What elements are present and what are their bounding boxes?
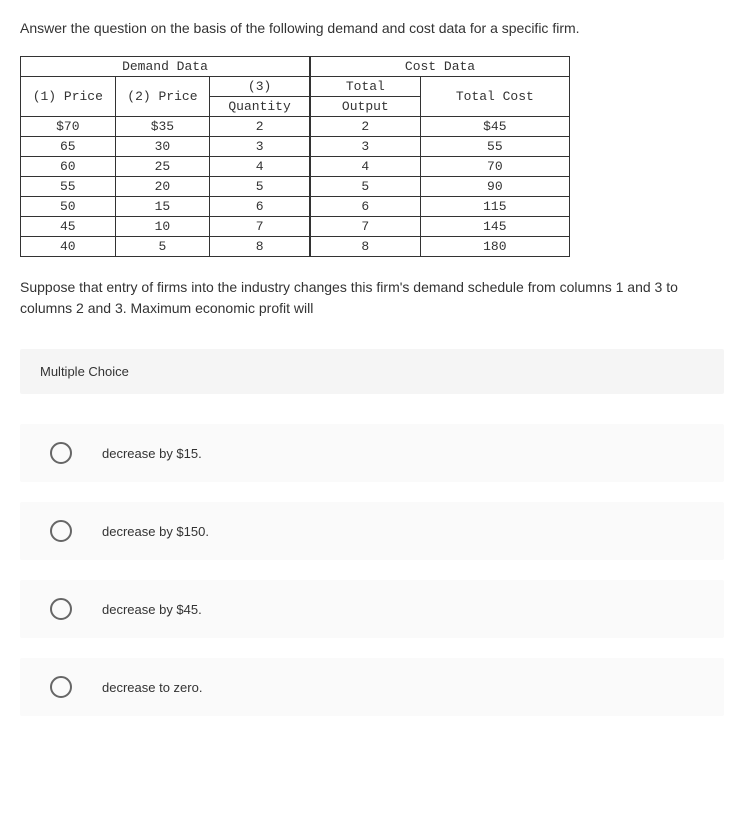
cell: 3 (311, 137, 421, 157)
cell: 20 (115, 177, 210, 197)
table-row: 6 115 (311, 197, 570, 217)
multiple-choice-label: Multiple Choice (20, 349, 724, 394)
table-row: 3 55 (311, 137, 570, 157)
cell: 60 (21, 157, 116, 177)
table-row: 60 25 4 (21, 157, 310, 177)
cell: 7 (210, 217, 310, 237)
cell: 6 (311, 197, 421, 217)
cell: 8 (210, 237, 310, 257)
col-cost-header: Total Cost (420, 77, 569, 117)
option-c[interactable]: decrease by $45. (20, 580, 724, 638)
cell: 5 (311, 177, 421, 197)
col-qty-header-2: Quantity (210, 97, 310, 117)
cell: 7 (311, 217, 421, 237)
option-b[interactable]: decrease by $150. (20, 502, 724, 560)
cell: 45 (21, 217, 116, 237)
col-price1-header: (1) Price (21, 77, 116, 117)
cell: 50 (21, 197, 116, 217)
table-row: 7 145 (311, 217, 570, 237)
question-prompt: Answer the question on the basis of the … (20, 20, 724, 36)
option-text: decrease by $15. (102, 446, 202, 461)
option-text: decrease by $45. (102, 602, 202, 617)
option-text: decrease to zero. (102, 680, 202, 695)
radio-icon (50, 520, 72, 542)
table-row: 40 5 8 (21, 237, 310, 257)
follow-up-text: Suppose that entry of firms into the ind… (20, 277, 724, 319)
cell: 70 (420, 157, 569, 177)
cost-table: Cost Data Total Total Cost Output 2 $45 … (310, 56, 570, 257)
cell: 2 (311, 117, 421, 137)
cell: 180 (420, 237, 569, 257)
demand-header: Demand Data (21, 57, 310, 77)
data-tables: Demand Data (1) Price (2) Price (3) Quan… (20, 56, 724, 257)
col-output-header-2: Output (311, 97, 421, 117)
cell: 4 (210, 157, 310, 177)
cell: 25 (115, 157, 210, 177)
option-d[interactable]: decrease to zero. (20, 658, 724, 716)
cell: 4 (311, 157, 421, 177)
cell: 10 (115, 217, 210, 237)
col-qty-header-1: (3) (210, 77, 310, 97)
cell: 55 (21, 177, 116, 197)
col-output-header-1: Total (311, 77, 421, 97)
table-row: 55 20 5 (21, 177, 310, 197)
cell: 55 (420, 137, 569, 157)
option-text: decrease by $150. (102, 524, 209, 539)
cell: 2 (210, 117, 310, 137)
cell: 90 (420, 177, 569, 197)
table-row: 5 90 (311, 177, 570, 197)
table-row: 2 $45 (311, 117, 570, 137)
col-price2-header: (2) Price (115, 77, 210, 117)
table-row: 8 180 (311, 237, 570, 257)
cell: $45 (420, 117, 569, 137)
cell: 115 (420, 197, 569, 217)
table-row: 50 15 6 (21, 197, 310, 217)
cell: 30 (115, 137, 210, 157)
cell: $70 (21, 117, 116, 137)
table-row: $70 $35 2 (21, 117, 310, 137)
cell: 8 (311, 237, 421, 257)
radio-icon (50, 598, 72, 620)
demand-table: Demand Data (1) Price (2) Price (3) Quan… (20, 56, 310, 257)
table-row: 45 10 7 (21, 217, 310, 237)
cost-header: Cost Data (311, 57, 570, 77)
radio-icon (50, 676, 72, 698)
cell: 65 (21, 137, 116, 157)
table-row: 65 30 3 (21, 137, 310, 157)
cell: 15 (115, 197, 210, 217)
option-a[interactable]: decrease by $15. (20, 424, 724, 482)
cell: 145 (420, 217, 569, 237)
table-row: 4 70 (311, 157, 570, 177)
radio-icon (50, 442, 72, 464)
cell: 3 (210, 137, 310, 157)
cell: 6 (210, 197, 310, 217)
cell: 40 (21, 237, 116, 257)
cell: 5 (115, 237, 210, 257)
cell: 5 (210, 177, 310, 197)
cell: $35 (115, 117, 210, 137)
